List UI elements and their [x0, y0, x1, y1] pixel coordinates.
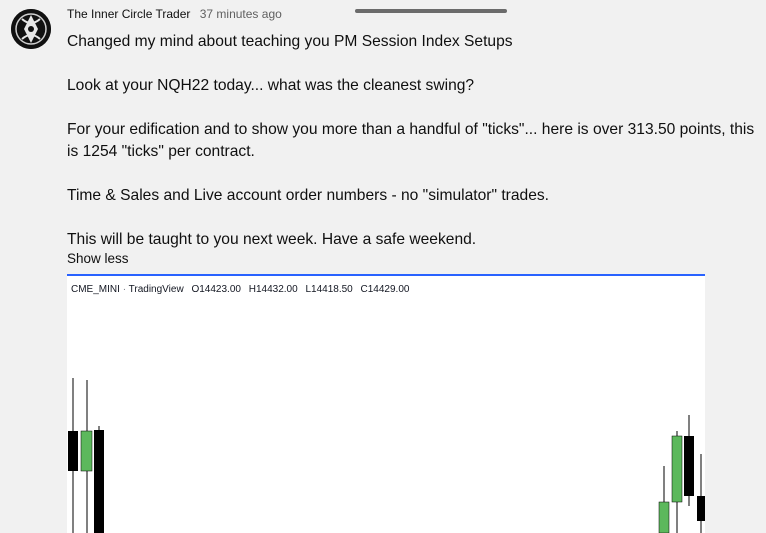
candlestick-chart: [68, 378, 705, 533]
comment-line: Look at your NQH22 today... what was the…: [67, 77, 475, 94]
attached-chart-image[interactable]: CME_MINI · TradingView O14423.00 H14432.…: [67, 274, 705, 533]
comment-body: Changed my mind about teaching you PM Se…: [67, 31, 757, 251]
comment-header: The Inner Circle Trader 37 minutes ago: [67, 7, 282, 21]
candle: [68, 378, 78, 533]
comment-line: Time & Sales and Live account order numb…: [67, 187, 549, 204]
comment-line: Changed my mind about teaching you PM Se…: [67, 33, 513, 50]
comment-time[interactable]: 37 minutes ago: [200, 7, 282, 21]
candle: [671, 431, 683, 533]
channel-avatar-icon[interactable]: [11, 9, 51, 49]
candle: [658, 466, 670, 533]
candle: [684, 415, 694, 506]
show-less-button[interactable]: Show less: [67, 251, 129, 266]
candle: [697, 454, 705, 533]
comment-line: For your edification and to show you mor…: [67, 121, 755, 160]
candle: [80, 380, 93, 533]
comment-line: This will be taught to you next week. Ha…: [67, 231, 477, 248]
scroll-handle[interactable]: [355, 9, 507, 13]
candle: [94, 426, 104, 533]
author-name[interactable]: The Inner Circle Trader: [67, 7, 190, 21]
